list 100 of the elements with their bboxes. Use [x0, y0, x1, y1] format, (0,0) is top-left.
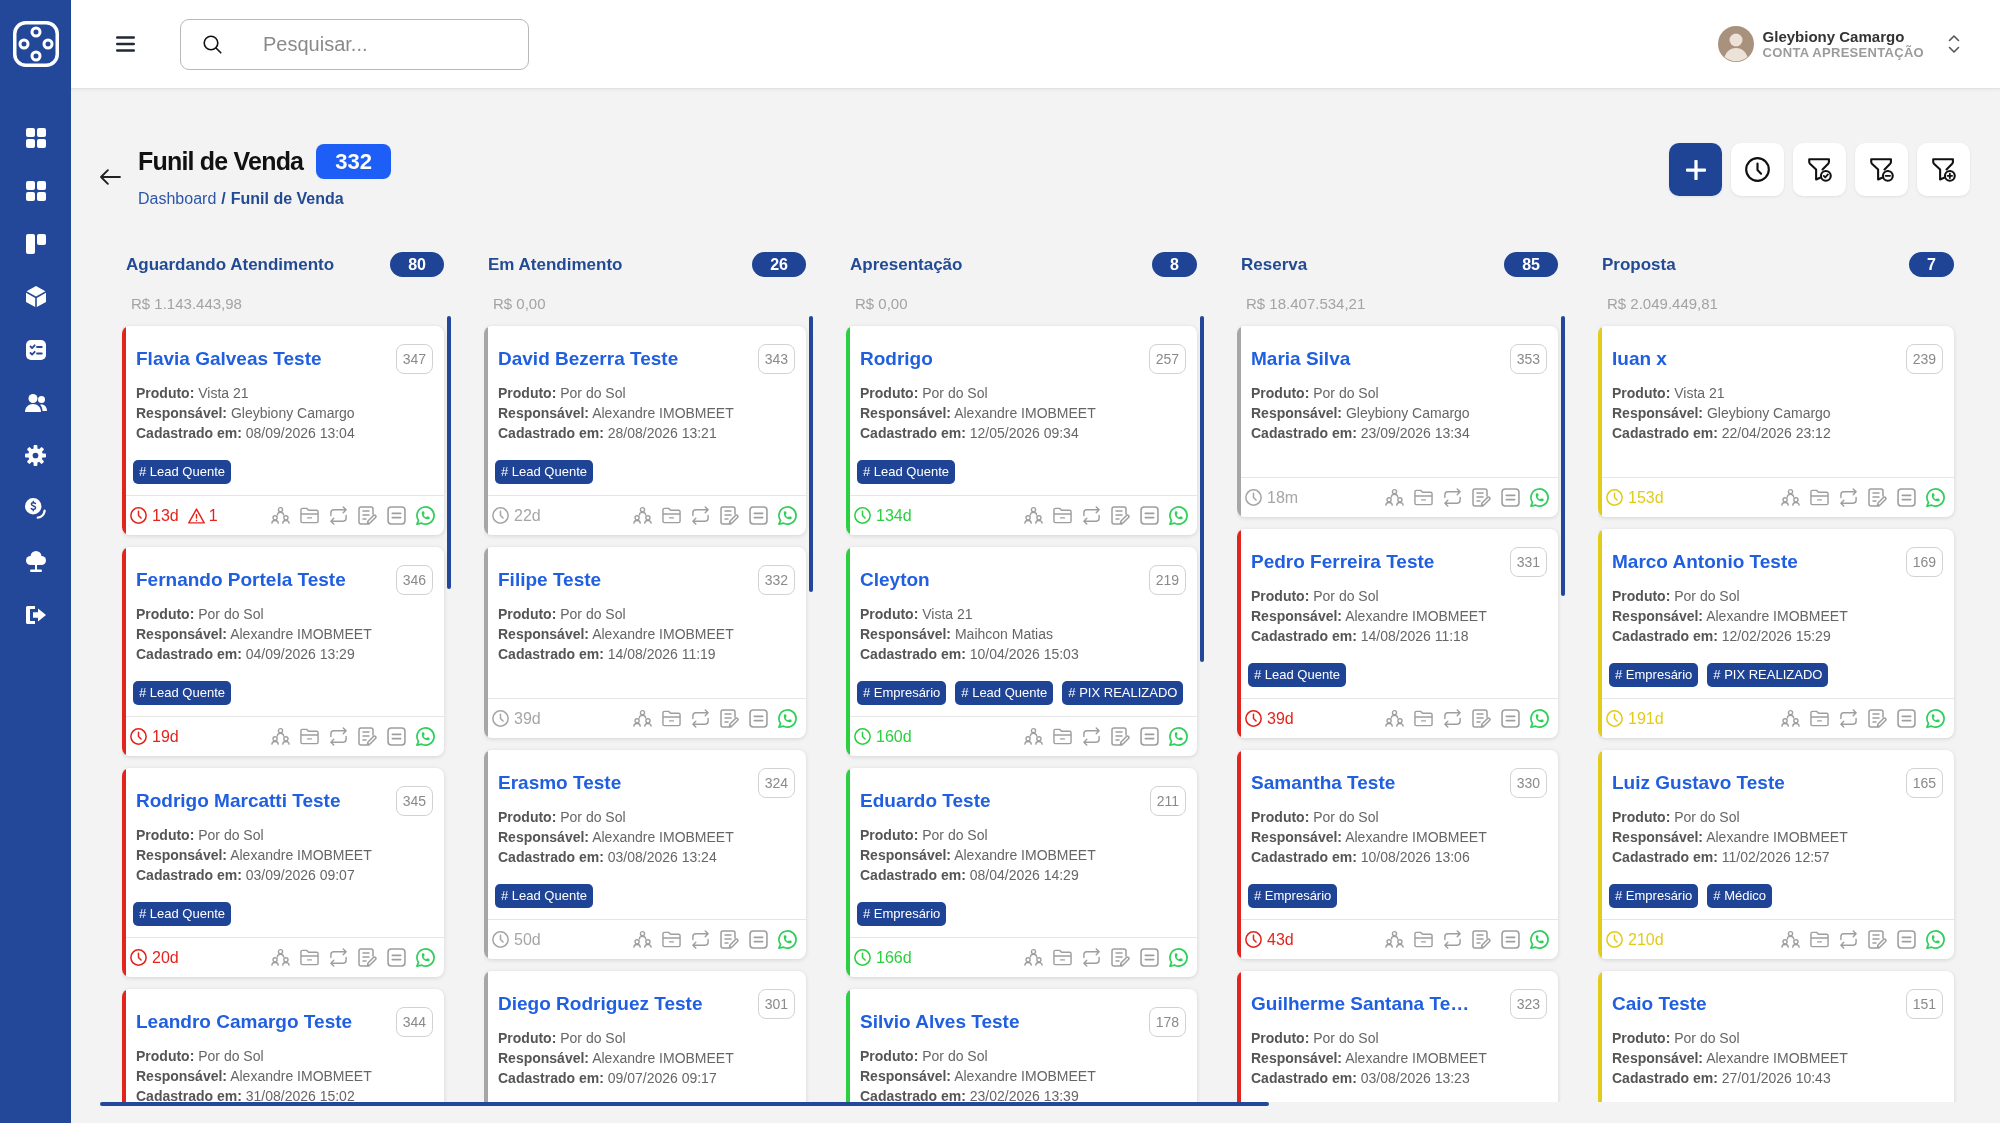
- users-icon[interactable]: [24, 393, 47, 412]
- lead-card[interactable]: Guilherme Santana Te… 323 Produto: Por do Sol Responsável: Alexandre IMOBMEET Cadastrado em: 03/08/2026 13:23: [1237, 971, 1558, 1102]
- repeat-icon[interactable]: [1839, 488, 1858, 507]
- edit-document-icon[interactable]: [1472, 930, 1491, 949]
- notes-icon[interactable]: [1501, 709, 1520, 728]
- notes-icon[interactable]: [1897, 930, 1916, 949]
- lead-card[interactable]: Filipe Teste 332 Produto: Por do Sol Responsável: Alexandre IMOBMEET Cadastrado em: 14/08/2026 11:19 39d: [484, 547, 806, 738]
- people-icon[interactable]: [633, 709, 652, 728]
- people-icon[interactable]: [633, 506, 652, 525]
- folder-icon[interactable]: [300, 948, 319, 967]
- repeat-icon[interactable]: [1082, 506, 1101, 525]
- repeat-icon[interactable]: [1443, 930, 1462, 949]
- folder-icon[interactable]: [1053, 727, 1072, 746]
- filter-button[interactable]: [1793, 143, 1846, 196]
- repeat-icon[interactable]: [1839, 930, 1858, 949]
- people-icon[interactable]: [1385, 488, 1404, 507]
- notes-icon[interactable]: [749, 506, 768, 525]
- chevron-up-down-icon[interactable]: [1948, 34, 1960, 54]
- lead-card[interactable]: Diego Rodriguez Teste 301 Produto: Por do Sol Responsável: Alexandre IMOBMEET Cadastrado em: 09/07/2026 09:17: [484, 971, 806, 1102]
- edit-document-icon[interactable]: [720, 506, 739, 525]
- edit-document-icon[interactable]: [1111, 948, 1130, 967]
- folder-icon[interactable]: [1053, 948, 1072, 967]
- notes-icon[interactable]: [1140, 506, 1159, 525]
- people-icon[interactable]: [1781, 709, 1800, 728]
- edit-document-icon[interactable]: [1472, 488, 1491, 507]
- chat-phone-icon[interactable]: [416, 727, 435, 746]
- coins-icon[interactable]: [25, 498, 46, 519]
- lead-card[interactable]: Silvio Alves Teste 178 Produto: Por do Sol Responsável: Alexandre IMOBMEET Cadastrado em: 23/02/2026 13:39: [846, 989, 1197, 1102]
- avatar-icon[interactable]: [1717, 26, 1754, 62]
- people-icon[interactable]: [271, 948, 290, 967]
- filter-button[interactable]: [1917, 143, 1970, 196]
- notes-icon[interactable]: [1501, 488, 1520, 507]
- people-icon[interactable]: [1781, 488, 1800, 507]
- chat-phone-icon[interactable]: [1530, 709, 1549, 728]
- people-icon[interactable]: [1024, 948, 1043, 967]
- folder-icon[interactable]: [1414, 488, 1433, 507]
- folder-icon[interactable]: [662, 930, 681, 949]
- menu-icon[interactable]: [116, 36, 135, 52]
- chat-phone-icon[interactable]: [416, 948, 435, 967]
- history-button[interactable]: [1731, 143, 1784, 196]
- lead-card[interactable]: Leandro Camargo Teste 344 Produto: Por do Sol Responsável: Alexandre IMOBMEET Cadastrado em: 31/08/2026 15:02: [122, 989, 444, 1102]
- chat-phone-icon[interactable]: [1169, 727, 1188, 746]
- folder-icon[interactable]: [1053, 506, 1072, 525]
- settings-icon[interactable]: [25, 445, 46, 466]
- scrollbar-thumb[interactable]: [1200, 316, 1204, 662]
- lead-card[interactable]: Maria Silva 353 Produto: Por do Sol Responsável: Gleybiony Camargo Cadastrado em: 23/09/2026 13:34 18m: [1237, 326, 1558, 517]
- folder-icon[interactable]: [1810, 488, 1829, 507]
- edit-document-icon[interactable]: [1472, 709, 1491, 728]
- people-icon[interactable]: [1781, 930, 1800, 949]
- folder-icon[interactable]: [1414, 709, 1433, 728]
- edit-document-icon[interactable]: [1868, 930, 1887, 949]
- edit-document-icon[interactable]: [358, 506, 377, 525]
- chat-phone-icon[interactable]: [1926, 930, 1945, 949]
- chat-phone-icon[interactable]: [778, 506, 797, 525]
- lead-card[interactable]: Erasmo Teste 324 Produto: Por do Sol Responsável: Alexandre IMOBMEET Cadastrado em: 03/08/2026 13:24 # Lead Quente 50d: [484, 750, 806, 959]
- repeat-icon[interactable]: [1082, 948, 1101, 967]
- notes-icon[interactable]: [1897, 488, 1916, 507]
- people-icon[interactable]: [1385, 709, 1404, 728]
- notes-icon[interactable]: [1140, 727, 1159, 746]
- chat-phone-icon[interactable]: [778, 709, 797, 728]
- notes-icon[interactable]: [1501, 930, 1520, 949]
- repeat-icon[interactable]: [1443, 709, 1462, 728]
- breadcrumb-link[interactable]: Dashboard: [138, 190, 217, 207]
- chat-phone-icon[interactable]: [1926, 709, 1945, 728]
- chat-phone-icon[interactable]: [778, 930, 797, 949]
- logout-icon[interactable]: [25, 605, 46, 624]
- people-icon[interactable]: [271, 727, 290, 746]
- edit-document-icon[interactable]: [358, 727, 377, 746]
- repeat-icon[interactable]: [329, 948, 348, 967]
- folder-icon[interactable]: [1414, 930, 1433, 949]
- folder-icon[interactable]: [300, 727, 319, 746]
- scrollbar-thumb[interactable]: [809, 316, 813, 592]
- scrollbar-thumb[interactable]: [1561, 316, 1565, 596]
- edit-document-icon[interactable]: [1868, 488, 1887, 507]
- grid-icon[interactable]: [25, 127, 46, 148]
- chat-phone-icon[interactable]: [1169, 948, 1188, 967]
- people-icon[interactable]: [633, 930, 652, 949]
- folder-icon[interactable]: [1810, 930, 1829, 949]
- search-field[interactable]: Pesquisar...: [180, 18, 529, 70]
- scrollbar-thumb[interactable]: [447, 316, 451, 589]
- lead-card[interactable]: Pedro Ferreira Teste 331 Produto: Por do Sol Responsável: Alexandre IMOBMEET Cadastrado em: 14/08/2026 11:18 # Lead Quente 39d: [1237, 529, 1558, 738]
- lead-card[interactable]: David Bezerra Teste 343 Produto: Por do Sol Responsável: Alexandre IMOBMEET Cadastrado em: 28/08/2026 13:21 # Lead Quente 22d: [484, 326, 806, 535]
- filter-button[interactable]: [1855, 143, 1908, 196]
- lead-card[interactable]: Flavia Galveas Teste 347 Produto: Vista 21 Responsável: Gleybiony Camargo Cadastrado em: 08/09/2026 13:04 # Lead Quente 13d 1: [122, 326, 444, 535]
- lead-card[interactable]: Iuan x 239 Produto: Vista 21 Responsável: Gleybiony Camargo Cadastrado em: 22/04/2026 23:12 153d: [1598, 326, 1954, 517]
- lead-card[interactable]: Eduardo Teste 211 Produto: Por do Sol Responsável: Alexandre IMOBMEET Cadastrado em: 08/04/2026 14:29 # Empresário 166d: [846, 768, 1197, 977]
- folder-icon[interactable]: [662, 709, 681, 728]
- tree-icon[interactable]: [25, 551, 46, 572]
- lead-card[interactable]: Rodrigo 257 Produto: Por do Sol Responsável: Alexandre IMOBMEET Cadastrado em: 12/05/2026 09:34 # Lead Quente 134d: [846, 326, 1197, 535]
- notes-icon[interactable]: [387, 948, 406, 967]
- scrollbar-thumb[interactable]: [100, 1102, 1269, 1106]
- repeat-icon[interactable]: [329, 727, 348, 746]
- edit-document-icon[interactable]: [1111, 506, 1130, 525]
- repeat-icon[interactable]: [691, 930, 710, 949]
- repeat-icon[interactable]: [1839, 709, 1858, 728]
- checklist-icon[interactable]: [25, 339, 46, 360]
- repeat-icon[interactable]: [1082, 727, 1101, 746]
- lead-card[interactable]: Fernando Portela Teste 346 Produto: Por do Sol Responsável: Alexandre IMOBMEET Cadastrado em: 04/09/2026 13:29 # Lead Quente 19d: [122, 547, 444, 756]
- notes-icon[interactable]: [1140, 948, 1159, 967]
- lead-card[interactable]: Luiz Gustavo Teste 165 Produto: Por do Sol Responsável: Alexandre IMOBMEET Cadastrado em: 11/02/2026 12:57 # Empresário # Médico 210d: [1598, 750, 1954, 959]
